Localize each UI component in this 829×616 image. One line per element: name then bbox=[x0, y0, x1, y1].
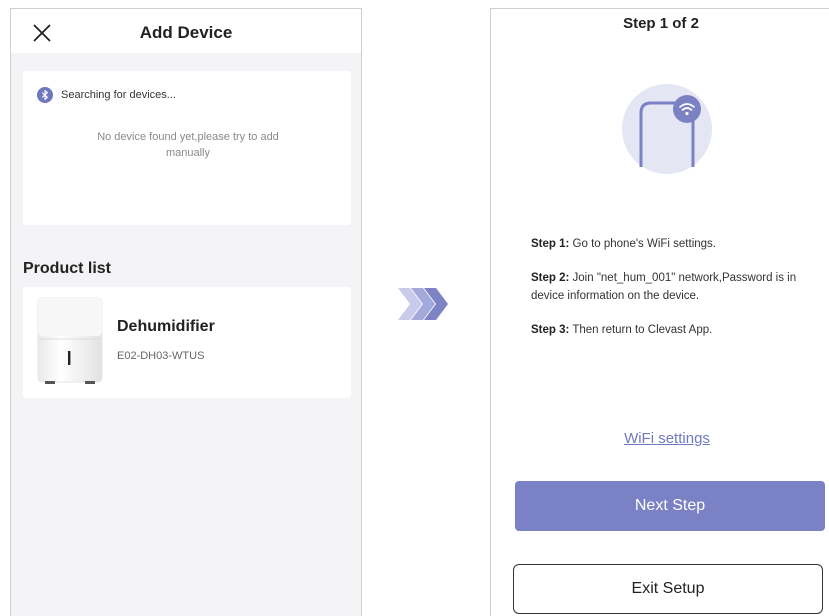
device-name: Dehumidifier bbox=[117, 318, 215, 335]
instruction-text: Go to phone's WiFi settings. bbox=[569, 238, 716, 250]
add-device-screen: Add Device Searching for devices... No d… bbox=[10, 8, 362, 616]
wifi-setup-screen: Step 1 of 2 Step 1: Go to phone's WiFi s… bbox=[490, 8, 829, 616]
device-model: E02-DH03-WTUS bbox=[117, 350, 205, 362]
page-title: Add Device bbox=[139, 23, 233, 42]
instruction-step-2: Step 2: Join "net_hum_001" network,Passw… bbox=[531, 269, 816, 305]
setup-instructions: Step 1: Go to phone's WiFi settings. Ste… bbox=[531, 235, 816, 355]
product-list-heading: Product list bbox=[23, 260, 112, 277]
instruction-step-3: Step 3: Then return to Clevast App. bbox=[531, 321, 816, 339]
exit-setup-button[interactable]: Exit Setup bbox=[513, 564, 823, 614]
no-device-message: No device found yet,please try to add ma… bbox=[97, 131, 279, 159]
instruction-text: Join "net_hum_001" network,Password is i… bbox=[531, 272, 797, 302]
instruction-label: Step 2: bbox=[531, 272, 570, 284]
instruction-step-1: Step 1: Go to phone's WiFi settings. bbox=[531, 235, 816, 253]
product-item-dehumidifier[interactable]: Dehumidifier E02-DH03-WTUS bbox=[23, 287, 351, 398]
next-step-button[interactable]: Next Step bbox=[515, 481, 825, 531]
device-search-card: Searching for devices... No device found… bbox=[23, 71, 351, 225]
wifi-settings-link[interactable]: WiFi settings bbox=[491, 430, 829, 447]
instruction-label: Step 1: bbox=[531, 238, 570, 250]
instruction-label: Step 3: bbox=[531, 324, 570, 336]
search-status-text: Searching for devices... bbox=[61, 89, 176, 101]
phone-wifi-icon bbox=[622, 84, 712, 174]
bluetooth-icon bbox=[37, 87, 53, 103]
chevron-arrows-icon bbox=[398, 288, 448, 320]
close-icon[interactable] bbox=[31, 22, 53, 44]
instruction-text: Then return to Clevast App. bbox=[569, 324, 713, 336]
add-device-header: Add Device bbox=[11, 9, 361, 53]
step-indicator: Step 1 of 2 bbox=[623, 15, 699, 32]
dehumidifier-icon bbox=[37, 297, 103, 384]
